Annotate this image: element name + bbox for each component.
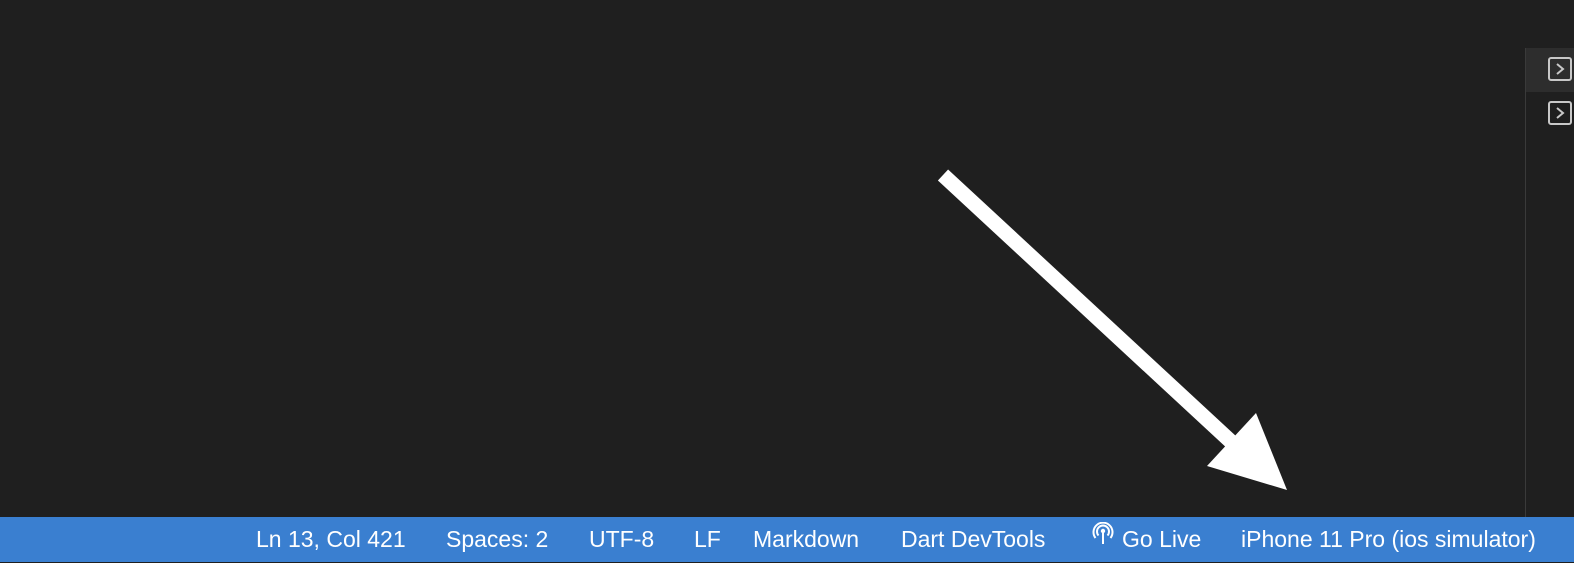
line-ending-item[interactable]: LF [694,517,721,562]
annotation-arrow-shaft [937,169,1246,456]
go-live-button[interactable]: Go Live [1092,517,1201,562]
broadcast-icon [1092,516,1114,561]
status-bar: Ln 13, Col 421 Spaces: 2 UTF-8 LF Markdo… [0,517,1574,562]
dart-devtools-item[interactable]: Dart DevTools [901,517,1045,562]
language-mode-item[interactable]: Markdown [753,517,859,562]
device-selector-item[interactable]: iPhone 11 Pro (ios simulator) [1241,517,1536,562]
go-live-label: Go Live [1122,526,1202,552]
annotation-arrow [937,169,1287,490]
indentation-item[interactable]: Spaces: 2 [446,517,548,562]
cursor-position-item[interactable]: Ln 13, Col 421 [256,517,406,562]
encoding-item[interactable]: UTF-8 [589,517,654,562]
